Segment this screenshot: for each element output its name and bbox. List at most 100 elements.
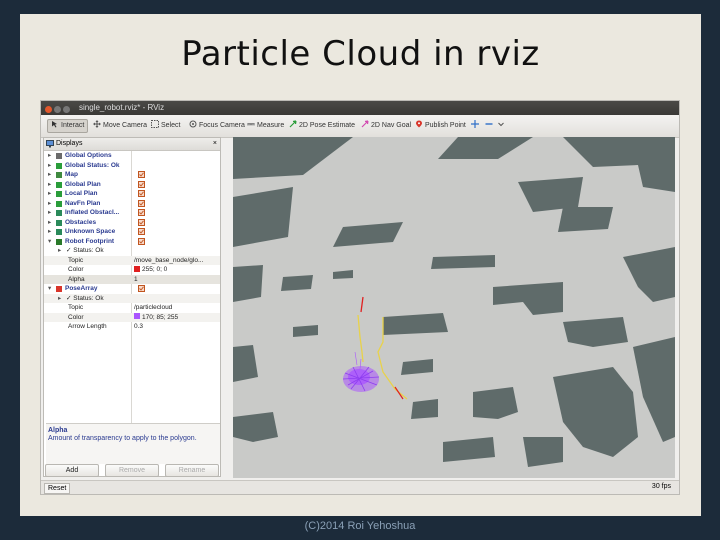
property-value[interactable]: 1 xyxy=(134,275,138,285)
3d-view[interactable] xyxy=(233,137,675,478)
display-row[interactable]: Color 170; 85; 255 xyxy=(44,312,220,323)
expand-arrow-icon[interactable]: ▸ xyxy=(48,218,51,228)
enable-checkbox[interactable] xyxy=(138,285,145,292)
display-row[interactable]: Arrow Length 0.3 xyxy=(44,322,220,332)
reset-button[interactable]: Reset xyxy=(44,483,71,494)
display-row[interactable]: ▸ Global Plan xyxy=(44,180,220,190)
tool-label: Interact xyxy=(61,122,85,129)
display-row[interactable]: Color 255; 0; 0 xyxy=(44,265,220,275)
display-row[interactable]: ▾ Robot Footprint xyxy=(44,237,220,247)
check-icon xyxy=(139,239,144,244)
display-row[interactable]: ▸ ✓ Status: Ok xyxy=(44,293,220,304)
check-icon xyxy=(139,182,144,187)
display-row[interactable]: Topic/particlecloud xyxy=(44,303,220,313)
grid-cells-icon xyxy=(56,229,62,235)
display-row[interactable]: ▸ Map xyxy=(44,170,220,180)
expand-arrow-icon[interactable]: ▸ xyxy=(48,189,51,199)
enable-checkbox[interactable] xyxy=(138,180,145,188)
tool-label: Select xyxy=(161,122,181,129)
display-row-label: Global Options xyxy=(65,152,112,159)
display-row-label: Color xyxy=(68,266,84,273)
enable-checkbox[interactable] xyxy=(138,190,145,197)
remove-tool-button[interactable] xyxy=(485,120,495,132)
map-render xyxy=(233,137,675,478)
expand-arrow-icon[interactable]: ▾ xyxy=(48,237,51,247)
property-value-text: /particlecloud xyxy=(134,304,173,311)
display-row[interactable]: ▸ Global Options xyxy=(44,151,220,161)
enable-checkbox[interactable] xyxy=(138,237,145,245)
enable-checkbox[interactable] xyxy=(138,218,145,226)
property-value-text: 0.3 xyxy=(134,323,144,330)
map-icon xyxy=(56,172,62,178)
tools-dropdown-button[interactable] xyxy=(497,120,507,132)
close-window-icon[interactable] xyxy=(45,106,52,113)
display-row-label: NavFn Plan xyxy=(65,199,101,207)
publish-point-icon xyxy=(416,120,422,128)
expand-arrow-icon[interactable]: ▸ xyxy=(48,208,51,218)
window-title: single_robot.rviz* - RViz xyxy=(79,103,165,112)
display-row[interactable]: ▾ PoseArray xyxy=(44,284,220,294)
enable-checkbox[interactable] xyxy=(138,209,145,216)
check-icon xyxy=(139,210,144,215)
property-value[interactable]: 170; 85; 255 xyxy=(134,313,178,323)
display-row[interactable]: Alpha 1 xyxy=(44,274,220,285)
property-value-text: 170; 85; 255 xyxy=(142,313,179,321)
enable-checkbox[interactable] xyxy=(138,228,145,235)
pose-estimate-tool-button[interactable]: 2D Pose Estimate xyxy=(289,120,355,132)
maximize-window-icon[interactable] xyxy=(63,106,70,113)
grid-cells-icon xyxy=(56,210,62,216)
display-row[interactable]: ▸ Local Plan xyxy=(44,189,220,199)
expand-arrow-icon[interactable]: ▸ xyxy=(48,199,51,209)
enable-checkbox[interactable] xyxy=(138,199,145,207)
expand-arrow-icon[interactable]: ▸ xyxy=(48,170,51,180)
measure-tool-button[interactable]: Measure xyxy=(247,120,284,132)
add-display-button[interactable]: Add xyxy=(45,464,99,477)
measure-icon xyxy=(247,123,255,126)
monitor-icon xyxy=(46,140,54,148)
crosshair-tool-button[interactable] xyxy=(471,120,481,132)
display-row[interactable]: ▸ Inflated Obstacl... xyxy=(44,208,220,218)
publish-point-tool-button[interactable]: Publish Point xyxy=(415,120,466,132)
property-value[interactable]: /particlecloud xyxy=(134,303,172,313)
path-icon xyxy=(56,200,62,207)
move-camera-tool-button[interactable]: Move Camera xyxy=(93,120,147,132)
expand-arrow-icon[interactable]: ▸ xyxy=(48,180,51,190)
rename-display-button[interactable]: Rename xyxy=(165,464,219,477)
polygon-icon xyxy=(56,238,62,245)
focus-camera-icon xyxy=(189,120,197,128)
enable-checkbox[interactable] xyxy=(138,171,145,178)
expand-arrow-icon[interactable]: ▾ xyxy=(48,284,51,294)
display-row[interactable]: Topic/move_base_node/glo... xyxy=(44,255,220,266)
expand-arrow-icon[interactable]: ▸ xyxy=(58,294,61,304)
display-row[interactable]: ▸ Global Status: Ok xyxy=(44,161,220,171)
property-value[interactable]: 0.3 xyxy=(134,322,143,332)
expand-arrow-icon[interactable]: ▸ xyxy=(48,161,51,171)
focus-camera-tool-button[interactable]: Focus Camera xyxy=(189,120,245,132)
nav-goal-tool-button[interactable]: 2D Nav Goal xyxy=(361,120,411,132)
interact-tool-button[interactable]: Interact xyxy=(47,119,89,133)
display-row-label: Global Status: Ok xyxy=(65,161,120,169)
check-icon xyxy=(139,172,144,177)
display-row[interactable]: ▸ Obstacles xyxy=(44,218,220,228)
display-row[interactable]: ▸ Unknown Space xyxy=(44,227,220,237)
minimize-window-icon[interactable] xyxy=(54,106,61,113)
expand-arrow-icon[interactable]: ▸ xyxy=(48,227,51,237)
display-row-label: Local Plan xyxy=(65,190,98,197)
display-row[interactable]: ▸ ✓ Status: Ok xyxy=(44,246,220,256)
tool-label: Publish Point xyxy=(425,122,466,129)
check-icon xyxy=(139,229,144,234)
property-value[interactable]: /move_base_node/glo... xyxy=(134,256,203,266)
property-value[interactable]: 255; 0; 0 xyxy=(134,265,167,275)
display-row-label: Inflated Obstacl... xyxy=(65,209,120,216)
expand-arrow-icon[interactable]: ▸ xyxy=(58,246,61,256)
tool-label: 2D Nav Goal xyxy=(371,122,412,129)
expand-arrow-icon[interactable]: ▸ xyxy=(48,151,51,161)
display-row[interactable]: ▸ NavFn Plan xyxy=(44,199,220,209)
check-icon xyxy=(139,220,144,225)
select-tool-button[interactable]: Select xyxy=(151,120,180,132)
property-value-text: /move_base_node/glo... xyxy=(134,256,204,264)
remove-display-button[interactable]: Remove xyxy=(105,464,159,477)
tool-label: Move Camera xyxy=(103,122,147,129)
pose-estimate-icon xyxy=(289,120,297,128)
close-panel-icon[interactable]: × xyxy=(213,138,217,150)
